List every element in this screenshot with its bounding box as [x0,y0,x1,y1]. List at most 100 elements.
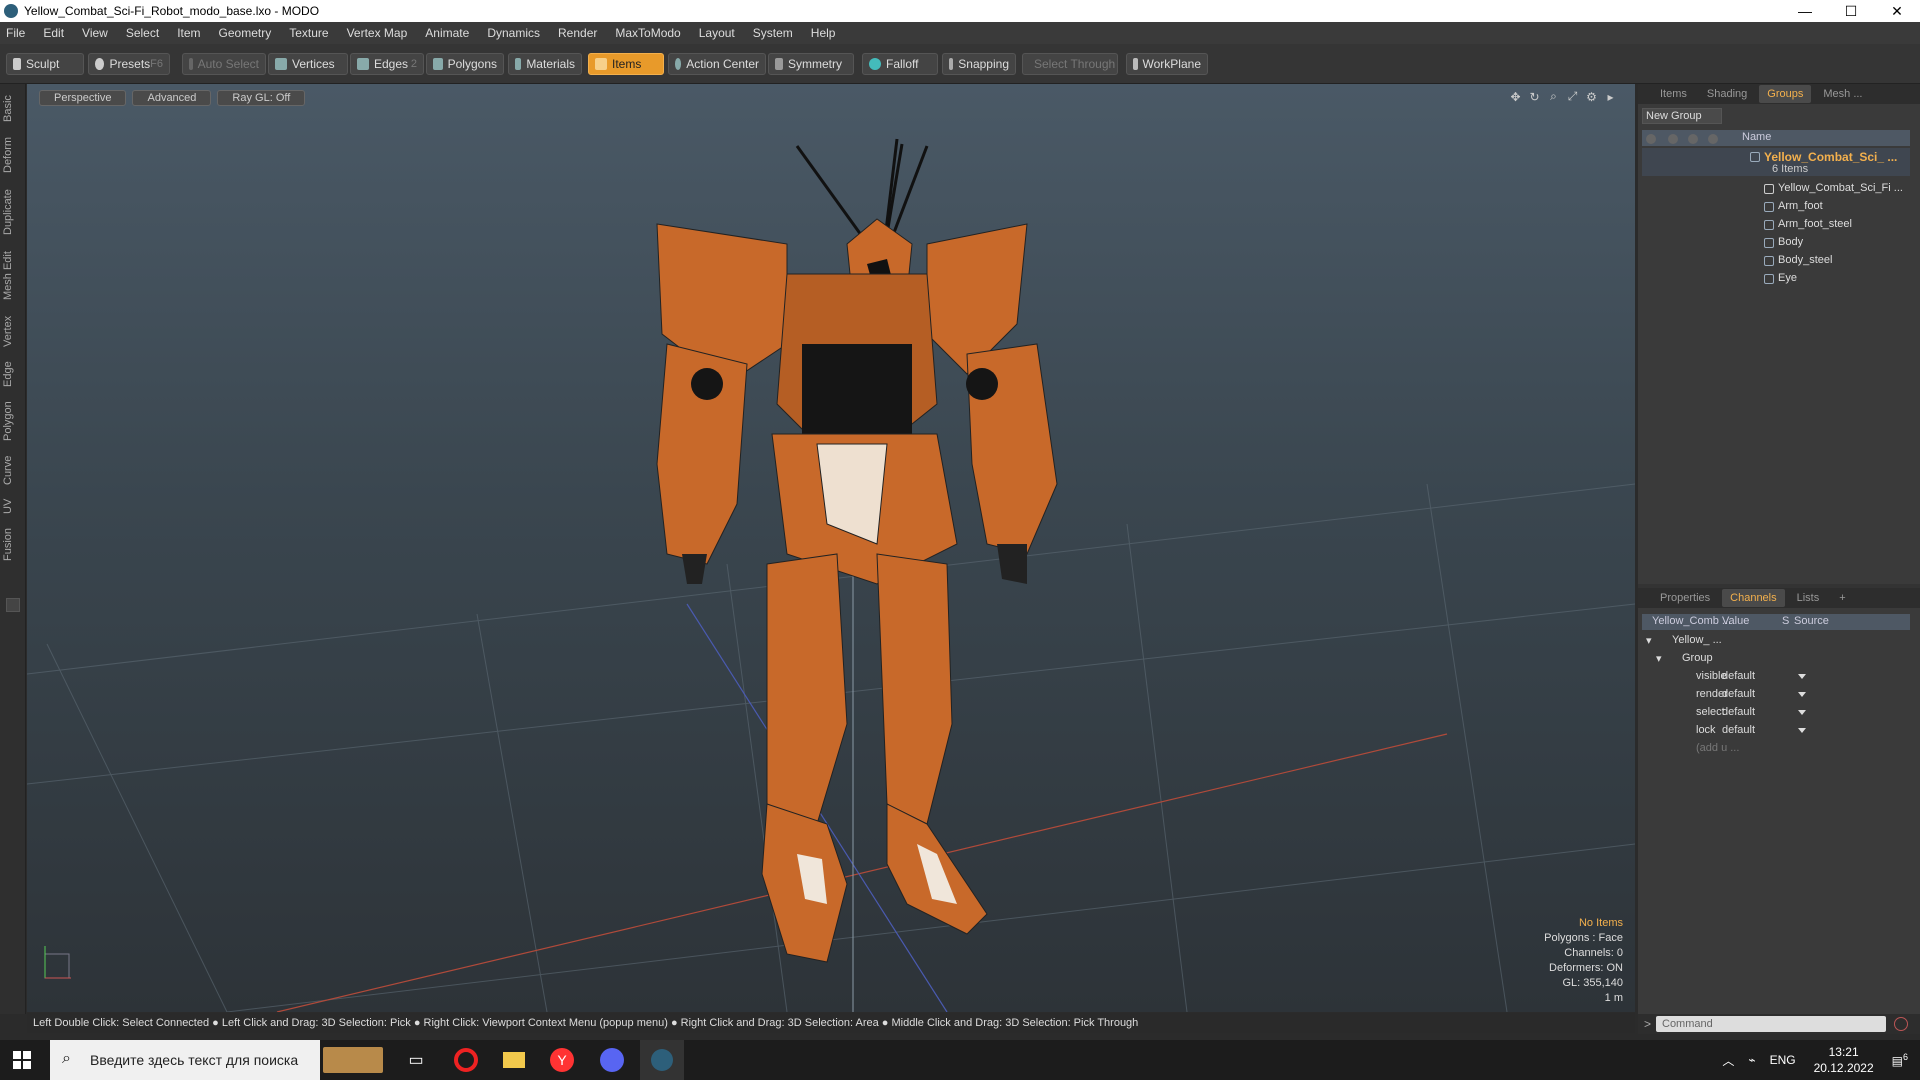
snapping-button[interactable]: Snapping [942,53,1016,75]
taskbar-search-field[interactable]: ⌕ Введите здесь текст для поиска [50,1040,320,1080]
materials-button[interactable]: Materials [508,53,582,75]
minimize-button[interactable]: — [1782,0,1828,22]
modo-taskbar-icon[interactable] [640,1040,684,1080]
dropdown-arrow-icon[interactable] [1798,710,1806,715]
channel-root-row[interactable]: ▾ Yellow_ ... [1642,632,1910,650]
zoom-view-icon[interactable]: ⌕ [1547,89,1560,103]
render-col-icon[interactable] [1668,134,1678,144]
tab-groups[interactable]: Groups [1759,85,1812,103]
group-row[interactable]: Yellow_Combat_Sci_ ... 6 Items [1642,148,1910,176]
robot-model[interactable] [656,138,1058,963]
dropdown-arrow-icon[interactable] [1798,692,1806,697]
workplane-button[interactable]: WorkPlane [1126,53,1208,75]
menu-help[interactable]: Help [811,26,836,40]
viewport-perspective-tab[interactable]: Perspective [39,90,127,106]
add-tab-button[interactable]: + [1831,589,1853,607]
list-item[interactable]: Yellow_Combat_Sci_Fi ... [1642,180,1910,198]
list-item[interactable]: Arm_foot_steel [1642,216,1910,234]
menu-animate[interactable]: Animate [425,26,469,40]
select-through-button[interactable]: Select Through [1022,53,1118,75]
select-col-icon[interactable] [1708,134,1718,144]
rotate-view-icon[interactable]: ↻ [1528,90,1541,104]
tab-curve[interactable]: Curve [2,450,22,490]
tab-shading[interactable]: Shading [1699,85,1755,103]
opera-icon[interactable] [444,1040,488,1080]
tab-vertex[interactable]: Vertex [2,310,22,352]
dropdown-arrow-icon[interactable] [1798,674,1806,679]
channel-row[interactable]: visible default [1642,668,1910,686]
viewport-menu-icon[interactable]: ▸ [1604,90,1617,104]
tab-duplicate[interactable]: Duplicate [2,182,22,242]
3d-viewport[interactable]: Perspective Advanced Ray GL: Off ✥ ↻ ⌕ ⤢… [27,84,1635,1012]
tab-lists[interactable]: Lists [1789,589,1828,607]
channel-value-column[interactable]: Value [1722,615,1749,627]
dropdown-arrow-icon[interactable] [1798,728,1806,733]
windows-start-icon[interactable] [0,1040,44,1080]
network-icon[interactable]: ⌁ [1748,1053,1755,1067]
list-item[interactable]: Body [1642,234,1910,252]
add-channel-row[interactable]: (add u ... [1642,740,1910,758]
list-item[interactable]: Body_steel [1642,252,1910,270]
view-settings-icon[interactable]: ⚙ [1585,90,1598,104]
tab-channels[interactable]: Channels [1722,589,1785,607]
expand-arrow-icon[interactable]: ▾ [1646,634,1652,647]
viewport-raygl-tab[interactable]: Ray GL: Off [217,90,306,106]
search-highlight-image[interactable] [318,1040,388,1080]
channel-value[interactable]: default [1722,724,1755,736]
list-item[interactable]: Eye [1642,270,1910,288]
vertices-button[interactable]: Vertices [268,53,348,75]
expand-toolbox-button[interactable] [6,598,20,612]
edges-button[interactable]: Edges 2 [350,53,424,75]
menu-view[interactable]: View [82,26,108,40]
maximize-button[interactable]: ☐ [1828,0,1874,22]
channel-name-column[interactable]: Yellow_Comb ... [1652,615,1731,627]
lock-col-icon[interactable] [1688,134,1698,144]
menu-texture[interactable]: Texture [289,26,328,40]
auto-select-button[interactable]: Auto Select [182,53,266,75]
menu-render[interactable]: Render [558,26,597,40]
channel-source-column[interactable]: Source [1794,615,1829,627]
polygons-button[interactable]: Polygons [426,53,504,75]
symmetry-button[interactable]: Symmetry [768,53,854,75]
clock[interactable]: 13:21 20.12.2022 [1814,1044,1874,1076]
menu-layout[interactable]: Layout [699,26,735,40]
tab-mesh[interactable]: Mesh ... [1815,85,1870,103]
yandex-browser-icon[interactable]: Y [540,1040,584,1080]
channel-row[interactable]: render default [1642,686,1910,704]
channel-group-row[interactable]: ▾ Group [1642,650,1910,668]
expand-arrow-icon[interactable]: ▾ [1656,652,1662,665]
tab-basic[interactable]: Basic [2,90,22,128]
move-view-icon[interactable]: ✥ [1509,90,1522,104]
viewport-advanced-tab[interactable]: Advanced [132,90,212,106]
action-center-button[interactable]: Action Center [668,53,766,75]
fit-view-icon[interactable]: ⤢ [1566,89,1579,103]
task-view-icon[interactable]: ▭ [394,1040,438,1080]
menu-select[interactable]: Select [126,26,159,40]
tab-mesh-edit[interactable]: Mesh Edit [2,246,22,306]
channel-value[interactable]: default [1722,706,1755,718]
menu-dynamics[interactable]: Dynamics [487,26,540,40]
channel-value[interactable]: default [1722,688,1755,700]
tab-uv[interactable]: UV [2,494,22,518]
falloff-button[interactable]: Falloff [862,53,938,75]
tray-chevron-icon[interactable]: ︿ [1722,1052,1734,1069]
channel-s-column[interactable]: S [1782,615,1789,627]
record-icon[interactable] [1894,1017,1908,1031]
tab-items[interactable]: Items [1652,85,1695,103]
menu-maxtomodo[interactable]: MaxToModo [615,26,680,40]
tab-deform[interactable]: Deform [2,132,22,178]
tab-edge[interactable]: Edge [2,356,22,392]
menu-file[interactable]: File [6,26,25,40]
menu-vertex-map[interactable]: Vertex Map [347,26,408,40]
notifications-icon[interactable]: ▤6 [1892,1052,1908,1068]
menu-item[interactable]: Item [177,26,200,40]
file-explorer-icon[interactable] [492,1040,536,1080]
channel-row[interactable]: lock default [1642,722,1910,740]
visibility-col-icon[interactable] [1646,134,1656,144]
menu-geometry[interactable]: Geometry [219,26,272,40]
tab-fusion[interactable]: Fusion [2,522,22,566]
discord-icon[interactable] [590,1040,634,1080]
menu-system[interactable]: System [753,26,793,40]
sculpt-button[interactable]: Sculpt [6,53,84,75]
items-button[interactable]: Items [588,53,664,75]
